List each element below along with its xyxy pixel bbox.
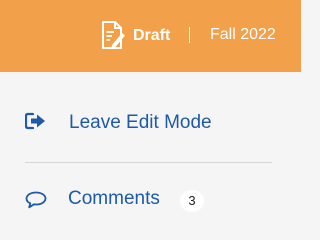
leave-edit-mode-button[interactable]: Leave Edit Mode xyxy=(0,102,301,142)
document-status: Draft xyxy=(133,27,171,44)
term-label: Fall 2022 xyxy=(210,26,276,43)
exit-icon xyxy=(24,112,47,130)
leave-edit-mode-label: Leave Edit Mode xyxy=(69,112,212,133)
header-bar: Draft Fall 2022 xyxy=(0,0,301,72)
comments-label: Comments xyxy=(68,188,160,209)
menu-divider xyxy=(25,162,272,163)
comments-button[interactable]: Comments xyxy=(0,178,301,218)
header-separator xyxy=(189,27,190,43)
speech-bubble-icon xyxy=(25,191,47,209)
document-edit-icon xyxy=(101,21,125,49)
comments-count-badge: 3 xyxy=(180,190,204,212)
